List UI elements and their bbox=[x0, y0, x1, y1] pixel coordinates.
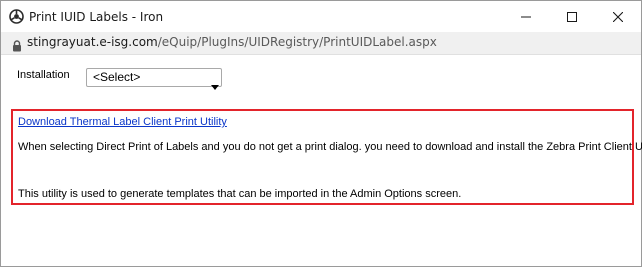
title-bar[interactable]: Print IUID Labels - Iron bbox=[1, 1, 641, 32]
info-highlight-box: Download Thermal Label Client Print Util… bbox=[11, 109, 642, 205]
address-bar[interactable]: stingrayuat.e-isg.com/eQuip/PlugIns/UIDR… bbox=[1, 32, 641, 55]
installation-select[interactable]: <Select> bbox=[86, 68, 222, 90]
installation-label: Installation bbox=[17, 69, 70, 81]
chevron-down-icon bbox=[211, 75, 219, 90]
info-text-print-dialog: When selecting Direct Print of Labels an… bbox=[18, 141, 642, 153]
url-path: /eQuip/PlugIns/UIDRegistry/PrintUIDLabel… bbox=[157, 35, 437, 49]
maximize-button[interactable] bbox=[549, 1, 595, 32]
installation-select-value: <Select> bbox=[93, 70, 141, 84]
minimize-button[interactable] bbox=[503, 1, 549, 32]
close-button[interactable] bbox=[595, 1, 641, 32]
info-text-templates: This utility is used to generate templat… bbox=[18, 188, 462, 200]
url-host: stingrayuat.e-isg.com bbox=[27, 35, 158, 49]
close-icon bbox=[612, 7, 624, 26]
address-url[interactable]: stingrayuat.e-isg.com/eQuip/PlugIns/UIDR… bbox=[27, 35, 437, 49]
minimize-icon bbox=[521, 7, 531, 26]
download-utility-link[interactable]: Download Thermal Label Client Print Util… bbox=[18, 116, 227, 128]
lock-icon bbox=[12, 37, 22, 52]
maximize-icon bbox=[567, 7, 577, 26]
window-title: Print IUID Labels - Iron bbox=[29, 10, 164, 24]
browser-popup-window: Print IUID Labels - Iron stingrayuat.e-i… bbox=[0, 0, 642, 267]
page-content: Installation <Select> Download Thermal L… bbox=[1, 55, 642, 266]
browser-app-icon bbox=[9, 9, 24, 24]
